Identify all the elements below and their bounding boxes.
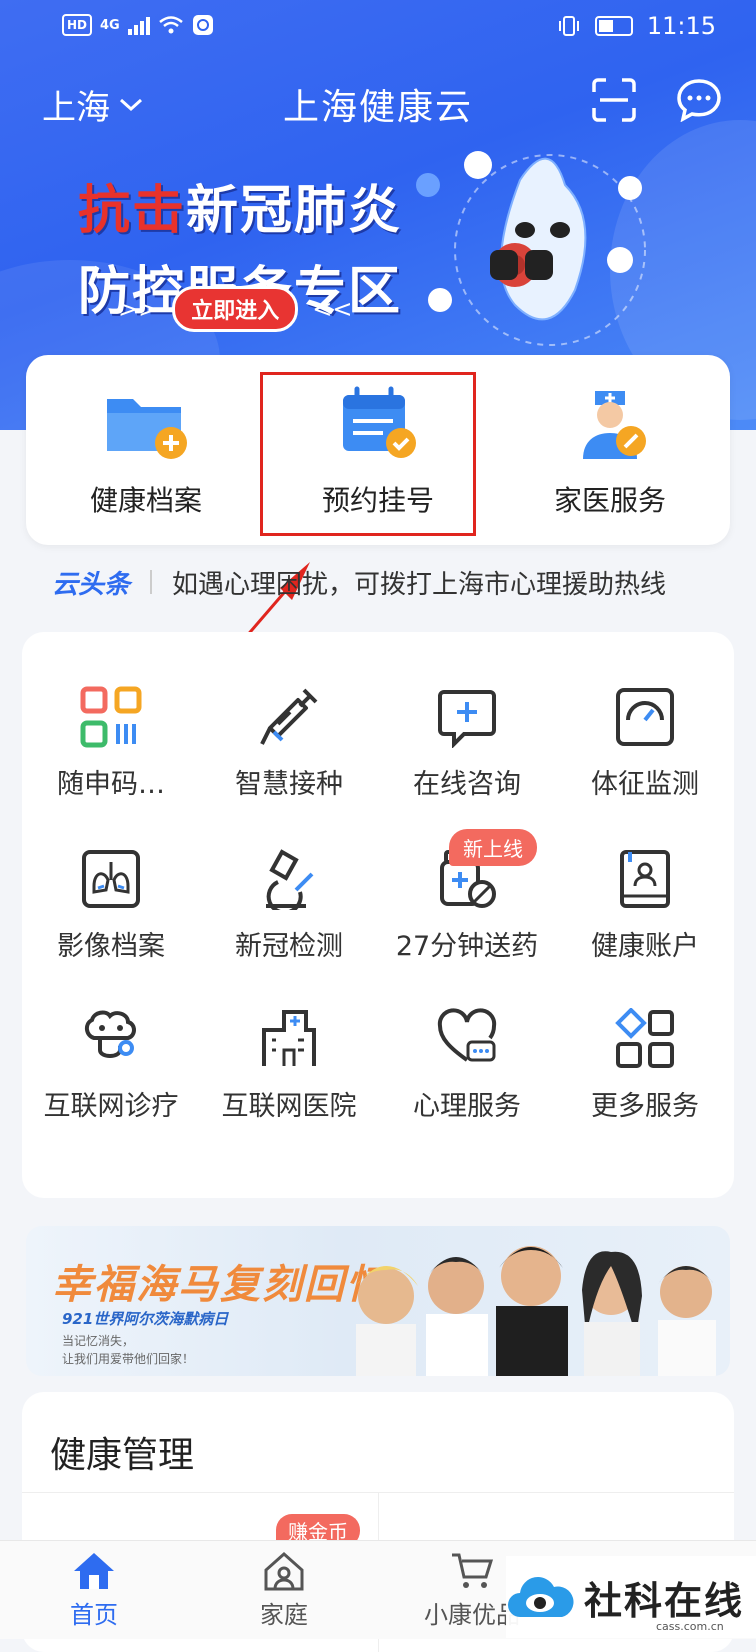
top-bar: 上海健康云 上海 xyxy=(0,70,756,140)
service-label: 心理服务 xyxy=(413,1091,521,1122)
quick-label: 健康档案 xyxy=(89,484,202,517)
section-title: 健康管理 xyxy=(50,1435,195,1476)
lungs-icon xyxy=(82,850,140,908)
banner-line1: 抗击新冠肺炎 xyxy=(78,181,403,241)
microscope-icon xyxy=(266,849,314,910)
service-item[interactable]: 互联网医院 xyxy=(200,1008,378,1123)
news-ticker[interactable]: 云头条 如遇心理困扰，可拨打上海市心理援助热线 xyxy=(52,562,712,602)
gauge-icon xyxy=(616,688,674,746)
service-item[interactable]: 随申码… xyxy=(22,686,200,801)
service-label: 影像档案 xyxy=(57,931,165,962)
stethoscope-brain-icon xyxy=(85,1010,136,1058)
quick-label: 家医服务 xyxy=(553,484,666,517)
folder-plus-icon xyxy=(107,399,187,459)
service-label: 互联网医院 xyxy=(221,1091,357,1122)
cloud-eye-logo-icon xyxy=(508,1577,574,1617)
arrows-right: << xyxy=(312,295,353,323)
banner-enter-row: >> 立即进入 << xyxy=(118,286,352,332)
app-notification-icon xyxy=(192,15,213,35)
service-item[interactable]: 健康账户 xyxy=(556,848,734,963)
highlight-box xyxy=(260,372,476,536)
scan-icon[interactable] xyxy=(592,78,636,122)
quick-family-doctor[interactable]: 家医服务 xyxy=(500,385,720,519)
chat-plus-icon xyxy=(438,690,496,748)
service-item[interactable]: 新冠检测 xyxy=(200,848,378,963)
services-grid: 随申码… 智慧接种 在线咨询 体征监测 影像档案 新冠检测 27分钟送药 健康账… xyxy=(22,632,734,1198)
service-label: 随申码… xyxy=(57,769,165,800)
clock: 11:15 xyxy=(646,12,716,40)
quick-health-records[interactable]: 健康档案 xyxy=(36,385,256,519)
tab-home[interactable]: 首页 xyxy=(34,1551,154,1630)
syringe-icon xyxy=(260,688,318,745)
vibrate-icon xyxy=(558,16,579,36)
qr-code-icon xyxy=(80,686,142,748)
watermark-url: cass.com.cn xyxy=(656,1620,724,1633)
mascot-illustration xyxy=(416,151,646,346)
service-item[interactable]: 在线咨询 xyxy=(378,686,556,801)
celebrities-photo xyxy=(356,1246,716,1376)
hd-indicator: HD xyxy=(62,14,93,36)
covid-banner[interactable]: 抗击新冠肺炎 防控服务专区 >> 立即进入 << xyxy=(78,168,403,332)
wifi-icon xyxy=(158,16,183,34)
status-bar: HD 4G 11:15 xyxy=(0,0,756,56)
service-label: 互联网诊疗 xyxy=(43,1091,179,1122)
doctor-icon xyxy=(583,391,646,459)
service-item[interactable]: 影像档案 xyxy=(22,848,200,963)
network-type: 4G xyxy=(100,17,120,33)
promo-banner[interactable]: 幸福海马复刻回忆 921世界阿尔茨海默病日 当记忆消失， 让我们用爱带他们回家！ xyxy=(26,1226,730,1376)
cart-icon xyxy=(452,1553,494,1588)
service-label: 智慧接种 xyxy=(235,769,343,800)
service-label: 新冠检测 xyxy=(235,931,343,962)
service-item[interactable]: 智慧接种 xyxy=(200,686,378,801)
promo-subtitle: 921世界阿尔茨海默病日 xyxy=(62,1310,229,1328)
service-item[interactable]: 体征监测 xyxy=(556,686,734,801)
watermark: 社科在线 cass.com.cn xyxy=(506,1556,756,1638)
promo-text: 当记忆消失， 让我们用爱带他们回家！ xyxy=(62,1334,195,1366)
enter-now-button[interactable]: 立即进入 xyxy=(172,286,299,332)
service-item[interactable]: 互联网诊疗 xyxy=(22,1008,200,1123)
chevron-down-icon xyxy=(119,98,143,111)
city-selector[interactable]: 上海 xyxy=(42,80,144,129)
arrows-left: >> xyxy=(118,295,159,323)
new-badge: 新上线 xyxy=(449,829,537,866)
battery-icon xyxy=(594,16,633,36)
account-book-icon xyxy=(620,850,670,908)
service-label: 在线咨询 xyxy=(413,769,521,800)
news-tag: 云头条 xyxy=(52,569,131,600)
tab-family[interactable]: 家庭 xyxy=(224,1551,344,1630)
city-label: 上海 xyxy=(42,88,110,128)
promo-title: 幸福海马复刻回忆 xyxy=(52,1262,388,1308)
service-item[interactable]: 心理服务 xyxy=(378,1008,556,1123)
service-label: 27分钟送药 xyxy=(395,931,539,962)
apps-grid-icon xyxy=(615,1008,674,1068)
heart-chat-icon xyxy=(437,1008,497,1062)
home-icon xyxy=(74,1553,114,1589)
family-home-icon xyxy=(264,1551,304,1591)
hospital-icon xyxy=(262,1010,316,1066)
signal-icon xyxy=(127,15,150,35)
divider xyxy=(150,570,153,594)
message-icon[interactable] xyxy=(676,78,722,122)
service-label: 健康账户 xyxy=(591,931,699,962)
service-label: 体征监测 xyxy=(591,769,699,800)
service-item[interactable]: 更多服务 xyxy=(556,1008,734,1123)
news-text: 如遇心理困扰，可拨打上海市心理援助热线 xyxy=(172,569,667,600)
watermark-text: 社科在线 xyxy=(584,1578,745,1623)
service-label: 更多服务 xyxy=(591,1091,699,1122)
